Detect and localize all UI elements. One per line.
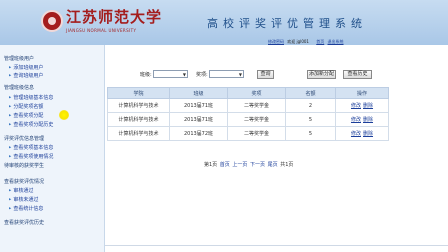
page-first-link[interactable]: 首页 xyxy=(220,162,230,168)
chevron-down-icon: ▼ xyxy=(238,72,242,77)
cell-college: 计算机科学与技术 xyxy=(107,126,170,141)
sidebar: 管理班级用户 添加班级用户 查询班级用户 管理班级信息 管理班级基本信息 分配奖… xyxy=(0,45,105,252)
edit-link[interactable]: 修改 xyxy=(351,103,361,109)
chevron-down-icon: ▼ xyxy=(182,72,186,77)
cell-class: 2013届71班 xyxy=(169,112,228,127)
cell-quota: 2 xyxy=(285,98,336,113)
sidebar-item-class-basic-info[interactable]: 管理班级基本信息 xyxy=(9,95,53,101)
sidebar-group-award-results[interactable]: 查看获奖评优情况 xyxy=(4,179,44,185)
page-last-link[interactable]: 尾页 xyxy=(268,162,278,168)
cell-quota: 5 xyxy=(285,126,336,141)
university-logo-text: 江苏师范大学 xyxy=(66,8,163,26)
class-select[interactable]: ▼ xyxy=(153,70,188,78)
cell-award: 二等奖学金 xyxy=(227,126,286,141)
sidebar-item-add-class-user[interactable]: 添加班级用户 xyxy=(9,65,43,71)
logout-link[interactable]: 退出系统 xyxy=(328,39,344,44)
class-filter-label: 班级: xyxy=(140,72,152,78)
delete-link[interactable]: 删除 xyxy=(363,117,373,123)
sidebar-group-class-info[interactable]: 管理班级信息 xyxy=(4,85,34,91)
mouse-cursor-highlight xyxy=(59,110,69,120)
cell-class: 2013届72班 xyxy=(169,126,228,141)
query-button[interactable]: 查询 xyxy=(257,70,274,79)
sidebar-item-rejected[interactable]: 审核未通过 xyxy=(9,197,38,203)
cell-award: 二等奖学金 xyxy=(227,98,286,113)
footer-divider xyxy=(105,245,448,246)
column-header-award: 奖项 xyxy=(227,87,286,99)
delete-link[interactable]: 删除 xyxy=(363,103,373,109)
page-prev-link[interactable]: 上一页 xyxy=(232,162,247,168)
sidebar-item-view-allocation[interactable]: 查看奖项分配 xyxy=(9,113,43,119)
table-row: 计算机科学与技术 2013届71班 二等奖学金 2 修改 删除 xyxy=(107,98,389,113)
home-link[interactable]: 首页 xyxy=(316,39,324,44)
cell-actions: 修改 删除 xyxy=(335,112,389,127)
column-header-college: 学院 xyxy=(107,87,170,99)
sidebar-item-approved[interactable]: 审核通过 xyxy=(9,188,33,194)
column-header-actions: 操作 xyxy=(335,87,389,99)
cell-class: 2013届71班 xyxy=(169,98,228,113)
cell-actions: 修改 删除 xyxy=(335,98,389,113)
edit-link[interactable]: 修改 xyxy=(351,117,361,123)
sidebar-item-award-usage[interactable]: 查看奖项使用情况 xyxy=(9,154,53,160)
page-next-link[interactable]: 下一页 xyxy=(250,162,265,168)
table-row: 计算机科学与技术 2013届72班 二等奖学金 5 修改 删除 xyxy=(107,126,389,141)
cell-college: 计算机科学与技术 xyxy=(107,112,170,127)
sidebar-group-award-history[interactable]: 查看获奖评优历史 xyxy=(4,220,44,226)
sidebar-group-award-management[interactable]: 评奖评优信息管理 xyxy=(4,136,44,142)
university-seal-icon xyxy=(41,10,63,32)
cell-award: 二等奖学金 xyxy=(227,112,286,127)
sidebar-item-statistics[interactable]: 查看统计信息 xyxy=(9,206,43,212)
page-total: 共1页 xyxy=(280,162,294,168)
sidebar-group-pending-students[interactable]: 待审核的获奖学生 xyxy=(4,163,44,169)
university-logo-english: JIANGSU NORMAL UNIVERSITY xyxy=(66,28,137,33)
sidebar-item-query-class-user[interactable]: 查询班级用户 xyxy=(9,73,43,79)
table-header-row: 学院 班级 奖项 名额 操作 xyxy=(107,87,389,99)
cell-quota: 5 xyxy=(285,112,336,127)
sidebar-group-class-users[interactable]: 管理班级用户 xyxy=(4,56,34,62)
column-header-class: 班级 xyxy=(169,87,228,99)
allocation-table: 学院 班级 奖项 名额 操作 计算机科学与技术 2013届71班 二等奖学金 2… xyxy=(107,87,389,141)
pagination: 第1页 首页 上一页 下一页 尾页 共1页 xyxy=(204,162,294,168)
welcome-text: 欢迎 jgl001 xyxy=(287,39,309,44)
change-password-link[interactable]: 修改密码 xyxy=(268,39,284,44)
table-row: 计算机科学与技术 2013届71班 二等奖学金 5 修改 删除 xyxy=(107,112,389,127)
column-header-quota: 名额 xyxy=(285,87,336,99)
system-title: 高校评奖评优管理系统 xyxy=(207,17,367,30)
award-filter-label: 奖项: xyxy=(196,72,208,78)
sidebar-item-award-basic-info[interactable]: 查看奖项基本信息 xyxy=(9,145,53,151)
sidebar-item-allocation-history[interactable]: 查看奖项分配历史 xyxy=(9,122,53,128)
view-history-button[interactable]: 查看历史 xyxy=(343,70,372,79)
cell-actions: 修改 删除 xyxy=(335,126,389,141)
delete-link[interactable]: 删除 xyxy=(363,131,373,137)
cell-college: 计算机科学与技术 xyxy=(107,98,170,113)
header-banner: 江苏师范大学 JIANGSU NORMAL UNIVERSITY 高校评奖评优管… xyxy=(0,0,448,45)
sidebar-item-allocate-quota[interactable]: 分配奖项名额 xyxy=(9,104,43,110)
add-allocation-button[interactable]: 添加新分配 xyxy=(307,70,336,79)
page-current: 第1页 xyxy=(204,162,218,168)
top-links: 修改密码 欢迎 jgl001 首页 退出系统 xyxy=(268,39,346,44)
award-select[interactable]: ▼ xyxy=(209,70,244,78)
edit-link[interactable]: 修改 xyxy=(351,131,361,137)
